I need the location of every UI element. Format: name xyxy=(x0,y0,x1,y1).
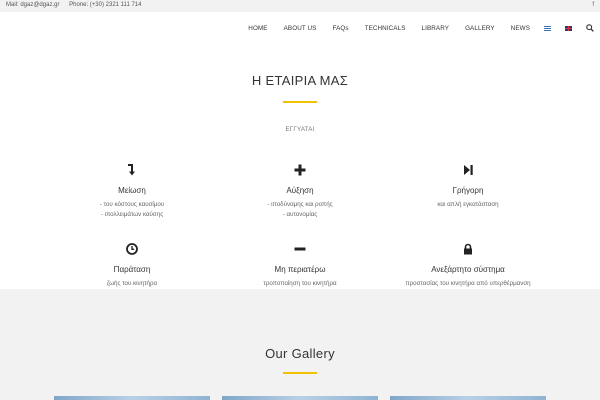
main-nav: HOME ABOUT US FAQs TECHNICALS LIBRARY GA… xyxy=(248,22,594,34)
gallery-thumbnail[interactable] xyxy=(390,396,546,400)
feature-desc-line: προστασίας του κινητήρα από υπερθέρμανση xyxy=(405,280,531,287)
feature-fast: Γρήγορη και απλή εγκατάσταση xyxy=(368,164,568,210)
nav-item-library[interactable]: LIBRARY xyxy=(422,25,450,32)
nav-item-technicals[interactable]: TECHNICALS xyxy=(365,25,406,32)
nav-item-news[interactable]: NEWS xyxy=(511,25,530,32)
phone-text: Phone: (+30) 2321 111 714 xyxy=(69,2,142,8)
gallery-thumbnail[interactable] xyxy=(222,396,378,400)
nav-item-about-us[interactable]: ABOUT US xyxy=(284,25,317,32)
nav-item-faqs[interactable]: FAQs xyxy=(332,25,348,32)
feature-desc-line: - αυτονομίας xyxy=(282,211,318,218)
feature-title: Γρήγορη xyxy=(452,186,484,195)
feature-title: Ανεξάρτητο σύστημα xyxy=(431,265,505,274)
skip-forward-icon xyxy=(464,165,473,175)
gallery-title-divider xyxy=(283,372,317,374)
search-icon[interactable] xyxy=(586,24,594,32)
feature-desc-line: και απλή εγκατάσταση xyxy=(437,201,499,208)
feature-description: προστασίας του κινητήρα από υπερθέρμανση xyxy=(368,279,568,289)
greek-flag-icon[interactable] xyxy=(544,25,551,31)
feature-independent-system: Ανεξάρτητο σύστημα προστασίας του κινητή… xyxy=(368,243,568,289)
contact-info: Mail: dgaz@dgaz.gr Phone: (+30) 2321 111… xyxy=(6,2,149,8)
gallery-thumbnail[interactable] xyxy=(54,396,210,400)
uk-flag-icon[interactable] xyxy=(565,25,572,31)
mail-text[interactable]: Mail: dgaz@dgaz.gr xyxy=(6,2,59,8)
feature-description: και απλή εγκατάσταση xyxy=(368,200,568,210)
facebook-icon[interactable]: f xyxy=(592,2,594,8)
lock-icon xyxy=(464,243,472,255)
top-bar: Mail: dgaz@dgaz.gr Phone: (+30) 2321 111… xyxy=(0,0,600,12)
section-title-gallery: Our Gallery xyxy=(265,346,335,361)
section-subtitle: ΕΓΓΥΑΤΑΙ xyxy=(285,126,315,133)
title-divider xyxy=(283,101,317,103)
plus-icon xyxy=(294,164,306,176)
minus-icon xyxy=(294,247,306,251)
clock-icon xyxy=(126,243,138,255)
nav-item-home[interactable]: HOME xyxy=(248,25,267,32)
section-title-about: Η ΕΤΑΙΡΙΑ ΜΑΣ xyxy=(251,73,349,88)
gallery-section xyxy=(0,289,600,400)
nav-item-gallery[interactable]: GALLERY xyxy=(465,25,495,32)
arrow-down-icon xyxy=(128,164,135,176)
